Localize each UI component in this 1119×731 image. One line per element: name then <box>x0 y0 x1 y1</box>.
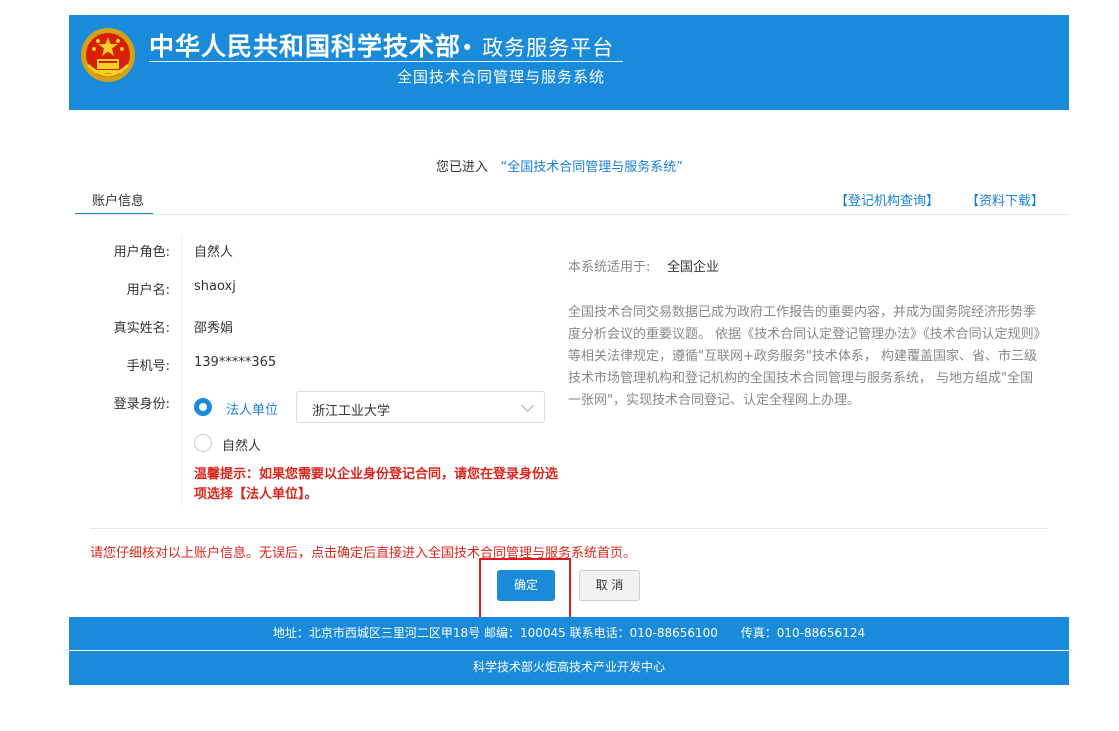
footer-contact: 地址：北京市西城区三里河二区甲18号 邮编：100045 联系电话：010-88… <box>69 617 1069 650</box>
realname-label: 真实姓名: <box>113 321 170 336</box>
system-description: 全国技术合同交易数据已成为政府工作报告的重要内容，并成为国务院经济形势季度分析会… <box>568 305 1041 408</box>
tab-divider <box>75 214 1069 215</box>
download-link[interactable]: 【资料下载】 <box>966 190 1044 209</box>
identity-label: 登录身份: <box>113 397 170 412</box>
header-banner: 中华人民共和国科学技术部• 政务服务平台 全国技术合同管理与服务系统 <box>69 15 1069 110</box>
login-warning: 温馨提示：如果您需要以企业身份登记合同，请您在登录身份选项选择【法人单位】。 <box>194 467 559 502</box>
site-title: 中华人民共和国科学技术部• 政务服务平台 <box>149 27 614 63</box>
entered-system-name: “全国技术合同管理与服务系统” <box>500 160 683 175</box>
registry-query-link[interactable]: 【登记机构查询】 <box>835 190 939 209</box>
site-title-sub: • 政务服务平台 <box>461 36 615 60</box>
section-divider <box>90 528 1048 529</box>
confirm-button[interactable]: 确定 <box>497 570 555 601</box>
username-value: shaoxj <box>194 279 236 294</box>
national-emblem-icon <box>81 28 135 82</box>
organization-select[interactable]: 浙江工业大学 <box>296 391 545 423</box>
radio-legal-entity[interactable] <box>194 398 212 416</box>
phone-value: 139*****365 <box>194 355 277 370</box>
entered-system-notice: 您已进入 “全国技术合同管理与服务系统” <box>0 156 1119 175</box>
applies-label: 本系统适用于: <box>568 260 651 275</box>
site-title-main: 中华人民共和国科学技术部 <box>149 32 462 61</box>
radio-natural-person[interactable] <box>194 434 212 452</box>
organization-select-value: 浙江工业大学 <box>312 404 391 419</box>
radio-legal-entity-label[interactable]: 法人单位 <box>226 399 278 418</box>
role-label: 用户角色: <box>113 245 170 260</box>
cancel-button[interactable]: 取 消 <box>579 570 640 601</box>
role-value: 自然人 <box>194 245 234 260</box>
entered-prefix: 您已进入 <box>436 160 489 175</box>
form-separator <box>181 236 182 506</box>
phone-label: 手机号: <box>126 359 170 374</box>
applies-value: 全国企业 <box>667 260 720 275</box>
footer-organization: 科学技术部火炬高技术产业开发中心 <box>69 651 1069 685</box>
tab-account-info[interactable]: 账户信息 <box>75 189 153 215</box>
realname-value: 邵秀娟 <box>194 321 234 336</box>
site-subtitle: 全国技术合同管理与服务系统 <box>397 68 606 86</box>
title-divider <box>149 61 623 62</box>
radio-natural-person-label[interactable]: 自然人 <box>222 435 261 454</box>
username-label: 用户名: <box>126 283 170 298</box>
chevron-down-icon <box>521 399 534 412</box>
